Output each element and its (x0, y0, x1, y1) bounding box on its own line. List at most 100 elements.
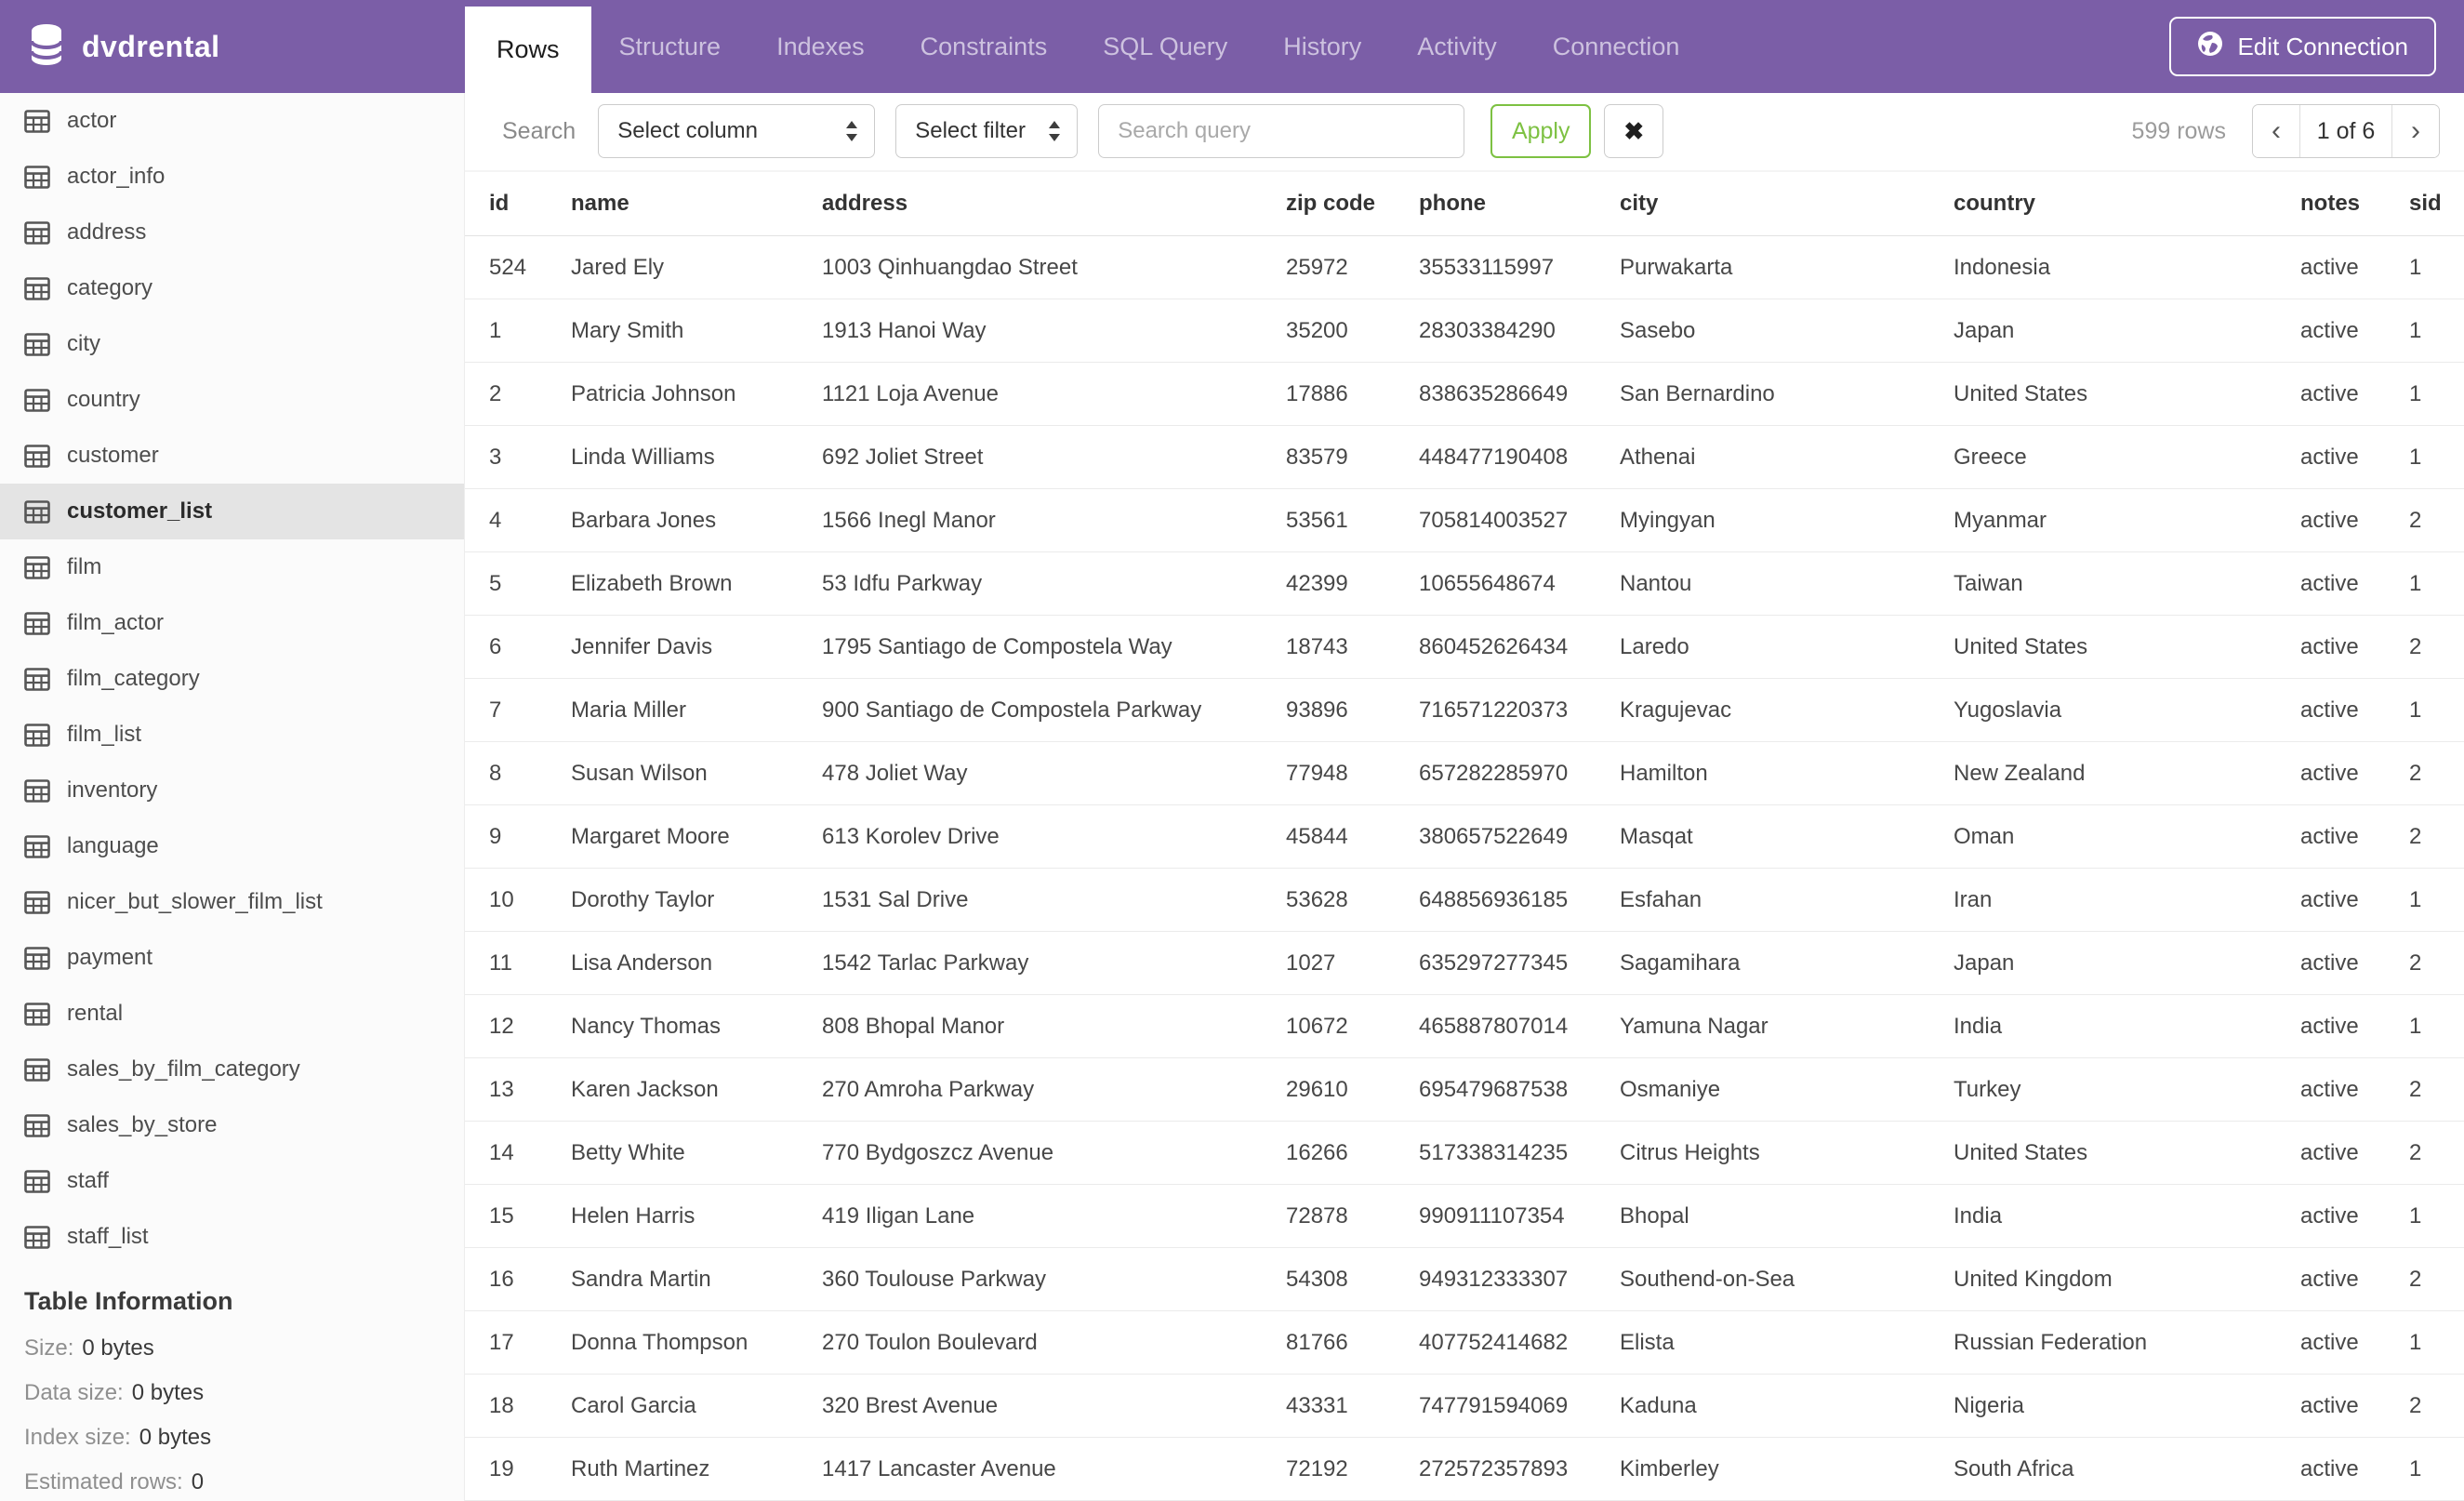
sidebar-item-country[interactable]: country (0, 372, 464, 428)
sidebar-item-language[interactable]: language (0, 818, 464, 874)
sidebar-item-category[interactable]: category (0, 260, 464, 316)
table-row[interactable]: 524 Jared Ely 1003 Qinhuangdao Street 25972… (465, 235, 2464, 299)
table-cell: Helen Harris (571, 1184, 822, 1248)
table-cell: 93896 (1286, 678, 1419, 742)
column-header-address[interactable]: address (822, 169, 1286, 236)
sidebar-item-actor[interactable]: actor (0, 93, 464, 149)
table-row[interactable]: 8 Susan Wilson 478 Joliet Way 77948 65728228… (465, 741, 2464, 805)
sidebar-item-customer_list[interactable]: customer_list (0, 484, 464, 539)
table-cell: 695479687538 (1419, 1057, 1620, 1122)
apply-button[interactable]: Apply (1490, 104, 1592, 159)
tab-activity[interactable]: Activity (1389, 0, 1525, 93)
filter-select[interactable]: Select filter (895, 104, 1079, 159)
table-cell: Turkey (1954, 1057, 2300, 1122)
table-row[interactable]: 12 Nancy Thomas 808 Bhopal Manor 10672 46588… (465, 994, 2464, 1058)
table-cell: 407752414682 (1419, 1310, 1620, 1375)
table-row[interactable]: 9 Margaret Moore 613 Korolev Drive 45844 380… (465, 804, 2464, 869)
table-row[interactable]: 2 Patricia Johnson 1121 Loja Avenue 17886 83… (465, 362, 2464, 426)
table-cell: 11 (465, 931, 571, 995)
table-cell: active (2300, 994, 2409, 1058)
tab-connection[interactable]: Connection (1525, 0, 1708, 93)
column-header-name[interactable]: name (571, 169, 822, 236)
table-cell: 860452626434 (1419, 615, 1620, 679)
tab-indexes[interactable]: Indexes (748, 0, 893, 93)
sidebar-table-label: country (67, 387, 140, 412)
table-row[interactable]: 14 Betty White 770 Bydgoszcz Avenue 16266 51… (465, 1121, 2464, 1185)
select-arrows-icon (846, 121, 858, 142)
table-cell: active (2300, 1057, 2409, 1122)
sidebar-item-film_actor[interactable]: film_actor (0, 595, 464, 651)
table-cell: Athenai (1620, 425, 1954, 489)
sidebar-item-city[interactable]: city (0, 316, 464, 372)
close-icon: ✖ (1623, 116, 1645, 145)
table-cell: 692 Joliet Street (822, 425, 1286, 489)
tab-structure[interactable]: Structure (591, 0, 749, 93)
tab-constraints[interactable]: Constraints (893, 0, 1076, 93)
column-header-id[interactable]: id (465, 169, 571, 236)
table-row[interactable]: 13 Karen Jackson 270 Amroha Parkway 29610 69… (465, 1057, 2464, 1122)
table-cell: Laredo (1620, 615, 1954, 679)
table-row[interactable]: 1 Mary Smith 1913 Hanoi Way 35200 2830338429… (465, 299, 2464, 363)
sidebar-item-nicer_but_slower_film_list[interactable]: nicer_but_slower_film_list (0, 874, 464, 930)
table-row[interactable]: 10 Dorothy Taylor 1531 Sal Drive 53628 64885… (465, 868, 2464, 932)
table-icon (24, 611, 50, 635)
globe-icon (2197, 31, 2223, 63)
sidebar-item-sales_by_store[interactable]: sales_by_store (0, 1097, 464, 1153)
table-icon (24, 499, 50, 524)
tab-history[interactable]: History (1255, 0, 1389, 93)
table-row[interactable]: 6 Jennifer Davis 1795 Santiago de Composte… (465, 615, 2464, 679)
column-header-city[interactable]: city (1620, 169, 1954, 236)
table-cell: Hamilton (1620, 741, 1954, 805)
search-query-input[interactable] (1098, 104, 1465, 159)
column-header-country[interactable]: country (1954, 169, 2300, 236)
clear-search-button[interactable]: ✖ (1604, 104, 1664, 159)
table-icon (24, 778, 50, 803)
tab-rows[interactable]: Rows (465, 7, 591, 93)
table-row[interactable]: 17 Donna Thompson 270 Toulon Boulevard 8176… (465, 1310, 2464, 1375)
sidebar-item-address[interactable]: address (0, 205, 464, 260)
table-row[interactable]: 4 Barbara Jones 1566 Inegl Manor 53561 70581… (465, 488, 2464, 552)
table-cell: Myanmar (1954, 488, 2300, 552)
sidebar-item-customer[interactable]: customer (0, 428, 464, 484)
table-row[interactable]: 19 Ruth Martinez 1417 Lancaster Avenue 7219… (465, 1437, 2464, 1501)
sidebar-table-label: actor_info (67, 164, 166, 189)
sidebar-item-payment[interactable]: payment (0, 930, 464, 986)
column-select[interactable]: Select column (598, 104, 876, 159)
table-cell: 990911107354 (1419, 1184, 1620, 1248)
table-row[interactable]: 16 Sandra Martin 360 Toulouse Parkway 54308… (465, 1247, 2464, 1311)
table-cell: 2 (2409, 1374, 2464, 1438)
table-row[interactable]: 7 Maria Miller 900 Santiago de Compostela … (465, 678, 2464, 742)
table-row[interactable]: 18 Carol Garcia 320 Brest Avenue 43331 74779… (465, 1374, 2464, 1438)
previous-page-button[interactable]: ‹ (2253, 105, 2299, 158)
sidebar-item-actor_info[interactable]: actor_info (0, 149, 464, 205)
table-information-heading: Table Information (24, 1286, 233, 1315)
column-header-sid[interactable]: sid (2409, 169, 2464, 236)
sidebar-item-film_category[interactable]: film_category (0, 651, 464, 707)
sidebar-item-sales_by_film_category[interactable]: sales_by_film_category (0, 1042, 464, 1097)
sidebar-item-staff[interactable]: staff (0, 1153, 464, 1209)
column-header-phone[interactable]: phone (1419, 169, 1620, 236)
table-cell: 1417 Lancaster Avenue (822, 1437, 1286, 1501)
table-row[interactable]: 3 Linda Williams 692 Joliet Street 83579 448… (465, 425, 2464, 489)
table-row[interactable]: 5 Elizabeth Brown 53 Idfu Parkway 42399 1065… (465, 551, 2464, 616)
column-header-notes[interactable]: notes (2300, 169, 2409, 236)
sidebar-table-label: nicer_but_slower_film_list (67, 889, 323, 914)
sidebar-item-staff_list[interactable]: staff_list (0, 1209, 464, 1265)
table-cell: Elizabeth Brown (571, 551, 822, 616)
sidebar-item-rental[interactable]: rental (0, 986, 464, 1042)
sidebar-item-inventory[interactable]: inventory (0, 763, 464, 818)
table-cell: 808 Bhopal Manor (822, 994, 1286, 1058)
sidebar-item-film_list[interactable]: film_list (0, 707, 464, 763)
table-cell: 838635286649 (1419, 362, 1620, 426)
edit-connection-button[interactable]: Edit Connection (2169, 17, 2436, 76)
table-cell: 1566 Inegl Manor (822, 488, 1286, 552)
table-icon (24, 1002, 50, 1026)
sidebar-table-label: film_list (67, 722, 142, 747)
table-row[interactable]: 15 Helen Harris 419 Iligan Lane 72878 990911… (465, 1184, 2464, 1248)
column-header-zip-code[interactable]: zip code (1286, 169, 1419, 236)
tab-sql-query[interactable]: SQL Query (1075, 0, 1255, 93)
next-page-button[interactable]: › (2392, 105, 2439, 158)
table-cell: 6 (465, 615, 571, 679)
table-row[interactable]: 11 Lisa Anderson 1542 Tarlac Parkway 1027 63… (465, 931, 2464, 995)
sidebar-item-film[interactable]: film (0, 539, 464, 595)
